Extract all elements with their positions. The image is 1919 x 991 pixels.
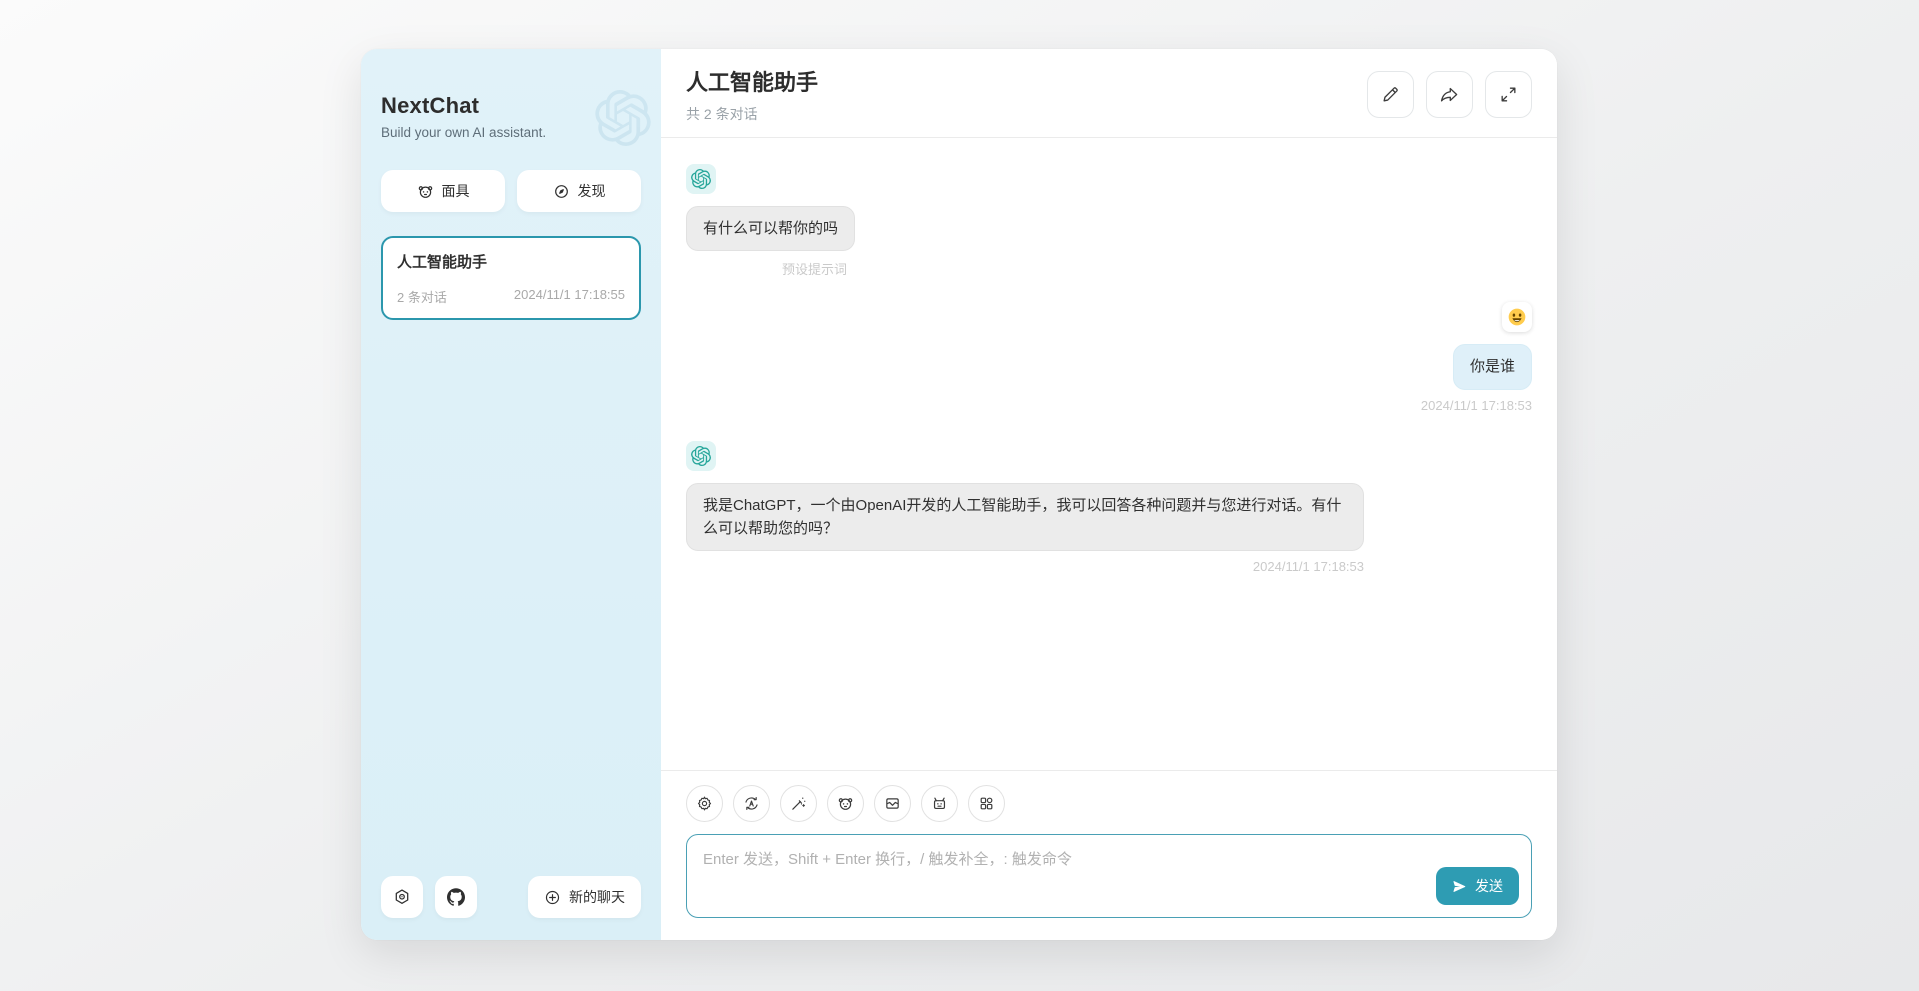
edit-pencil-icon: [1381, 85, 1400, 104]
openai-logo-watermark-icon: [595, 90, 651, 146]
masks-button[interactable]: 面具: [381, 170, 505, 212]
github-icon: [447, 888, 465, 906]
share-icon: [1440, 85, 1459, 104]
chat-settings-button[interactable]: [686, 785, 723, 822]
paper-plane-icon: [1452, 879, 1467, 894]
new-chat-button-label: 新的聊天: [569, 887, 625, 907]
rename-button[interactable]: [1367, 71, 1414, 118]
discover-button[interactable]: 发现: [517, 170, 641, 212]
compass-icon: [553, 183, 570, 200]
chat-input[interactable]: [686, 834, 1532, 918]
new-chat-button[interactable]: 新的聊天: [528, 876, 641, 918]
preset-prompt-hint[interactable]: 预设提示词: [782, 259, 855, 278]
assistant-bubble[interactable]: 有什么可以帮你的吗: [686, 206, 855, 251]
assistant-avatar: [686, 164, 716, 194]
send-button[interactable]: 发送: [1436, 867, 1519, 905]
settings-icon: [393, 888, 411, 906]
openai-logo-icon: [691, 169, 711, 189]
settings-button[interactable]: [381, 876, 423, 918]
user-message-time: 2024/11/1 17:18:53: [1421, 398, 1532, 413]
app-window: NextChat Build your own AI assistant. 面具: [361, 49, 1557, 940]
sidebar-footer-left: [381, 876, 477, 918]
chat-item-info: 2 条对话 2024/11/1 17:18:55: [397, 287, 625, 306]
fullscreen-button[interactable]: [1485, 71, 1532, 118]
grid-icon: [978, 795, 995, 812]
input-panel: 发送: [661, 770, 1557, 940]
assistant-message-time: 2024/11/1 17:18:53: [1253, 559, 1364, 574]
chat-item-count: 2 条对话: [397, 287, 447, 306]
smiley-emoji-icon: [1507, 307, 1527, 327]
shortcuts-button[interactable]: [968, 785, 1005, 822]
chat-item-time: 2024/11/1 17:18:55: [514, 287, 625, 306]
sidebar: NextChat Build your own AI assistant. 面具: [361, 49, 661, 940]
chat-subtitle: 共 2 条对话: [686, 104, 818, 124]
share-button[interactable]: [1426, 71, 1473, 118]
chat-header: 人工智能助手 共 2 条对话: [661, 49, 1557, 138]
chat-main: 人工智能助手 共 2 条对话: [661, 49, 1557, 940]
github-button[interactable]: [435, 876, 477, 918]
chat-item-title: 人工智能助手: [397, 251, 625, 272]
chat-header-actions: [1367, 71, 1532, 118]
discover-button-label: 发现: [578, 181, 606, 201]
chat-list: 人工智能助手 2 条对话 2024/11/1 17:18:55: [381, 236, 641, 320]
gear-icon: [696, 795, 713, 812]
chat-list-item-selected[interactable]: 人工智能助手 2 条对话 2024/11/1 17:18:55: [381, 236, 641, 320]
fullscreen-icon: [1499, 85, 1518, 104]
circle-plus-icon: [544, 889, 561, 906]
model-select-button[interactable]: [921, 785, 958, 822]
chat-title: 人工智能助手: [686, 65, 818, 97]
chat-body: 有什么可以帮你的吗 预设提示词: [661, 138, 1557, 770]
prompts-button[interactable]: [780, 785, 817, 822]
masks-button-label: 面具: [442, 181, 470, 201]
user-bubble[interactable]: 你是谁: [1453, 344, 1532, 389]
mask-icon: [837, 795, 854, 812]
chat-header-text: 人工智能助手 共 2 条对话: [686, 65, 818, 124]
robot-icon: [931, 795, 948, 812]
sidebar-footer: 新的聊天: [381, 876, 641, 918]
magic-wand-icon: [790, 795, 807, 812]
user-message-wrap: 你是谁 2024/11/1 17:18:53: [1421, 344, 1532, 412]
assistant-bubble[interactable]: 我是ChatGPT，一个由OpenAI开发的人工智能助手，我可以回答各种问题并与…: [686, 483, 1364, 552]
assistant-message-wrap: 我是ChatGPT，一个由OpenAI开发的人工智能助手，我可以回答各种问题并与…: [686, 483, 1364, 575]
user-avatar: [1502, 302, 1532, 332]
auto-theme-icon: [743, 795, 760, 812]
clear-context-button[interactable]: [874, 785, 911, 822]
sidebar-actions: 面具 发现: [381, 170, 641, 212]
send-button-label: 发送: [1475, 876, 1503, 896]
assistant-avatar: [686, 441, 716, 471]
masks-toolbar-button[interactable]: [827, 785, 864, 822]
openai-logo-icon: [691, 446, 711, 466]
assistant-message-wrap: 有什么可以帮你的吗 预设提示词: [686, 206, 855, 278]
assistant-message: 我是ChatGPT，一个由OpenAI开发的人工智能助手，我可以回答各种问题并与…: [686, 441, 1532, 575]
clear-context-icon: [884, 795, 901, 812]
mask-icon: [417, 183, 434, 200]
theme-toggle-button[interactable]: [733, 785, 770, 822]
input-wrap: 发送: [686, 834, 1532, 918]
user-message: 你是谁 2024/11/1 17:18:53: [686, 302, 1532, 412]
assistant-message: 有什么可以帮你的吗 预设提示词: [686, 164, 1532, 278]
input-toolbar: [686, 785, 1532, 822]
